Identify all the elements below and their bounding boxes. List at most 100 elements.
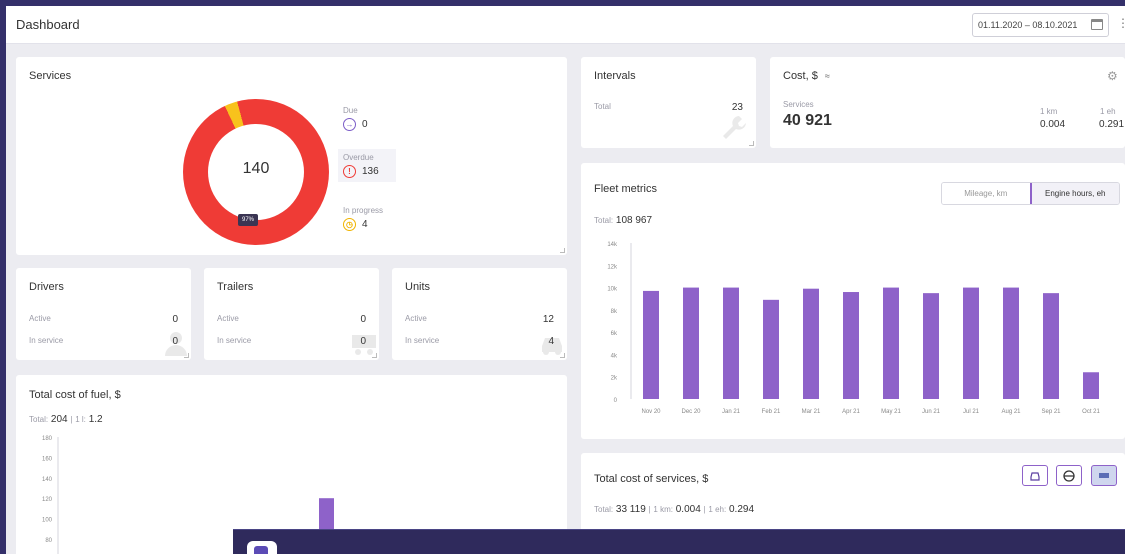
bar[interactable]: [1043, 293, 1059, 399]
more-icon[interactable]: ⋮: [1117, 16, 1125, 30]
trailers-title: Trailers: [217, 281, 254, 293]
wheel-filter-button[interactable]: [1056, 465, 1082, 486]
y-tick-label: 120: [42, 497, 53, 503]
trailers-active-value: 0: [360, 314, 366, 325]
bar[interactable]: [723, 287, 739, 399]
bar[interactable]: [763, 299, 779, 399]
fuel-per-label: 1 l:: [75, 415, 86, 424]
cost-card: Cost, $ ≈ ⚙ Services 40 921 1 km 0.004 1…: [770, 57, 1125, 148]
date-range-picker[interactable]: 01.11.2020 – 08.10.2021: [972, 13, 1109, 37]
page-title: Dashboard: [16, 17, 80, 32]
sc-km-label: 1 km:: [653, 505, 673, 514]
alert-icon: !: [343, 165, 356, 178]
bar[interactable]: [963, 287, 979, 399]
units-card: Units Active 12 In service 4: [392, 268, 567, 360]
units-in-service-label: In service: [405, 336, 440, 345]
service-costs-title: Total cost of services, $: [594, 473, 709, 485]
car-icon: [1030, 471, 1040, 481]
bar[interactable]: [683, 287, 699, 399]
wifi-icon: ≈: [824, 71, 830, 81]
y-tick-label: 8k: [611, 309, 618, 315]
fuel-total-value: 204: [50, 414, 68, 425]
in-progress-value: 4: [362, 219, 368, 230]
bar[interactable]: [1083, 372, 1099, 399]
resize-handle[interactable]: [560, 248, 565, 253]
units-filter-button[interactable]: [1022, 465, 1048, 486]
bar[interactable]: [643, 290, 659, 399]
fleet-metric-toggle: Mileage, km Engine hours, eh: [941, 182, 1120, 205]
due-label: Due: [343, 106, 358, 115]
legend-in-progress[interactable]: In progress ◷ 4: [338, 202, 396, 235]
drivers-title: Drivers: [29, 281, 64, 293]
wrench-icon: [723, 116, 746, 139]
tab-mileage[interactable]: Mileage, km: [942, 183, 1030, 204]
bar[interactable]: [803, 288, 819, 399]
bar[interactable]: [883, 287, 899, 399]
trailers-card: Trailers Active 0 In service 0: [204, 268, 379, 360]
per-eh-label: 1 eh: [1100, 107, 1116, 116]
per-km-label: 1 km: [1040, 107, 1058, 116]
y-tick-label: 160: [42, 456, 53, 462]
sc-total-label: Total:: [594, 505, 614, 514]
resize-handle[interactable]: [184, 353, 189, 358]
x-tick-label: Sep 21: [1041, 409, 1061, 415]
legend-overdue[interactable]: Overdue ! 136: [338, 149, 396, 182]
fuel-per-value: 1.2: [88, 414, 103, 425]
legend-due[interactable]: Due → 0: [338, 102, 396, 135]
percent-badge: 97%: [238, 214, 259, 226]
sc-km-value: 0.004: [675, 504, 701, 515]
fuel-total-label: Total:: [29, 415, 49, 424]
units-active-label: Active: [405, 314, 427, 323]
resize-handle[interactable]: [560, 353, 565, 358]
fuel-title: Total cost of fuel, $: [29, 389, 121, 401]
y-tick-label: 80: [45, 538, 52, 544]
date-range-value: 01.11.2020 – 08.10.2021: [978, 20, 1078, 30]
clock-icon: ◷: [343, 218, 356, 231]
intervals-total-label: Total: [594, 102, 611, 111]
services-total: 140: [242, 160, 270, 177]
y-tick-label: 0: [614, 398, 618, 404]
trailers-in-service-label: In service: [217, 336, 252, 345]
cost-services-value: 40 921: [783, 112, 832, 129]
fleet-total-label: Total:: [594, 216, 614, 225]
bar[interactable]: [843, 292, 859, 399]
divider: |: [648, 505, 651, 514]
bar[interactable]: [1003, 287, 1019, 399]
gear-icon[interactable]: ⚙: [1107, 69, 1118, 83]
x-tick-label: Jun 21: [922, 409, 941, 415]
x-tick-label: Mar 21: [802, 409, 821, 415]
fleet-metrics-card: Fleet metrics Mileage, km Engine hours, …: [581, 163, 1125, 439]
y-tick-label: 6k: [611, 331, 618, 337]
calendar-icon[interactable]: [1091, 19, 1103, 30]
drivers-in-service-label: In service: [29, 336, 64, 345]
x-tick-label: Dec 20: [681, 409, 701, 415]
fleet-bar-chart[interactable]: 0 2k 4k 6k 8k 10k 12k 14k Nov 20 Dec 20 Jan 21 Feb …: [581, 235, 1125, 435]
cost-services-label: Services: [783, 100, 814, 109]
trailer-filter-button[interactable]: [1091, 465, 1117, 486]
x-tick-label: Jul 21: [963, 409, 980, 415]
due-value: 0: [362, 119, 368, 130]
y-tick-label: 4k: [611, 353, 618, 359]
fleet-total-value: 108 967: [615, 215, 653, 226]
resize-handle[interactable]: [749, 141, 754, 146]
x-tick-label: Feb 21: [762, 409, 781, 415]
x-tick-label: May 21: [881, 409, 901, 415]
x-tick-label: Apr 21: [842, 409, 860, 415]
resize-handle[interactable]: [372, 353, 377, 358]
y-tick-label: 100: [42, 518, 53, 524]
x-tick-label: Nov 20: [641, 409, 661, 415]
bar[interactable]: [923, 293, 939, 399]
services-title: Services: [29, 70, 72, 82]
fleet-title: Fleet metrics: [594, 183, 657, 195]
app-window: Dashboard 01.11.2020 – 08.10.2021 ⋮ Serv…: [6, 6, 1125, 554]
y-tick-label: 2k: [611, 376, 618, 382]
divider: |: [703, 505, 706, 514]
drivers-active-value: 0: [172, 314, 178, 325]
services-card: Services 140 97% Due → 0 Overdue ! 136 I…: [16, 57, 567, 255]
tab-engine-hours[interactable]: Engine hours, eh: [1029, 183, 1119, 204]
top-bar: Dashboard 01.11.2020 – 08.10.2021 ⋮: [6, 6, 1125, 44]
trailer-icon: [1099, 472, 1109, 478]
intervals-total-value: 23: [731, 102, 743, 113]
arrow-right-icon: →: [343, 118, 356, 131]
units-active-value: 12: [542, 314, 554, 325]
